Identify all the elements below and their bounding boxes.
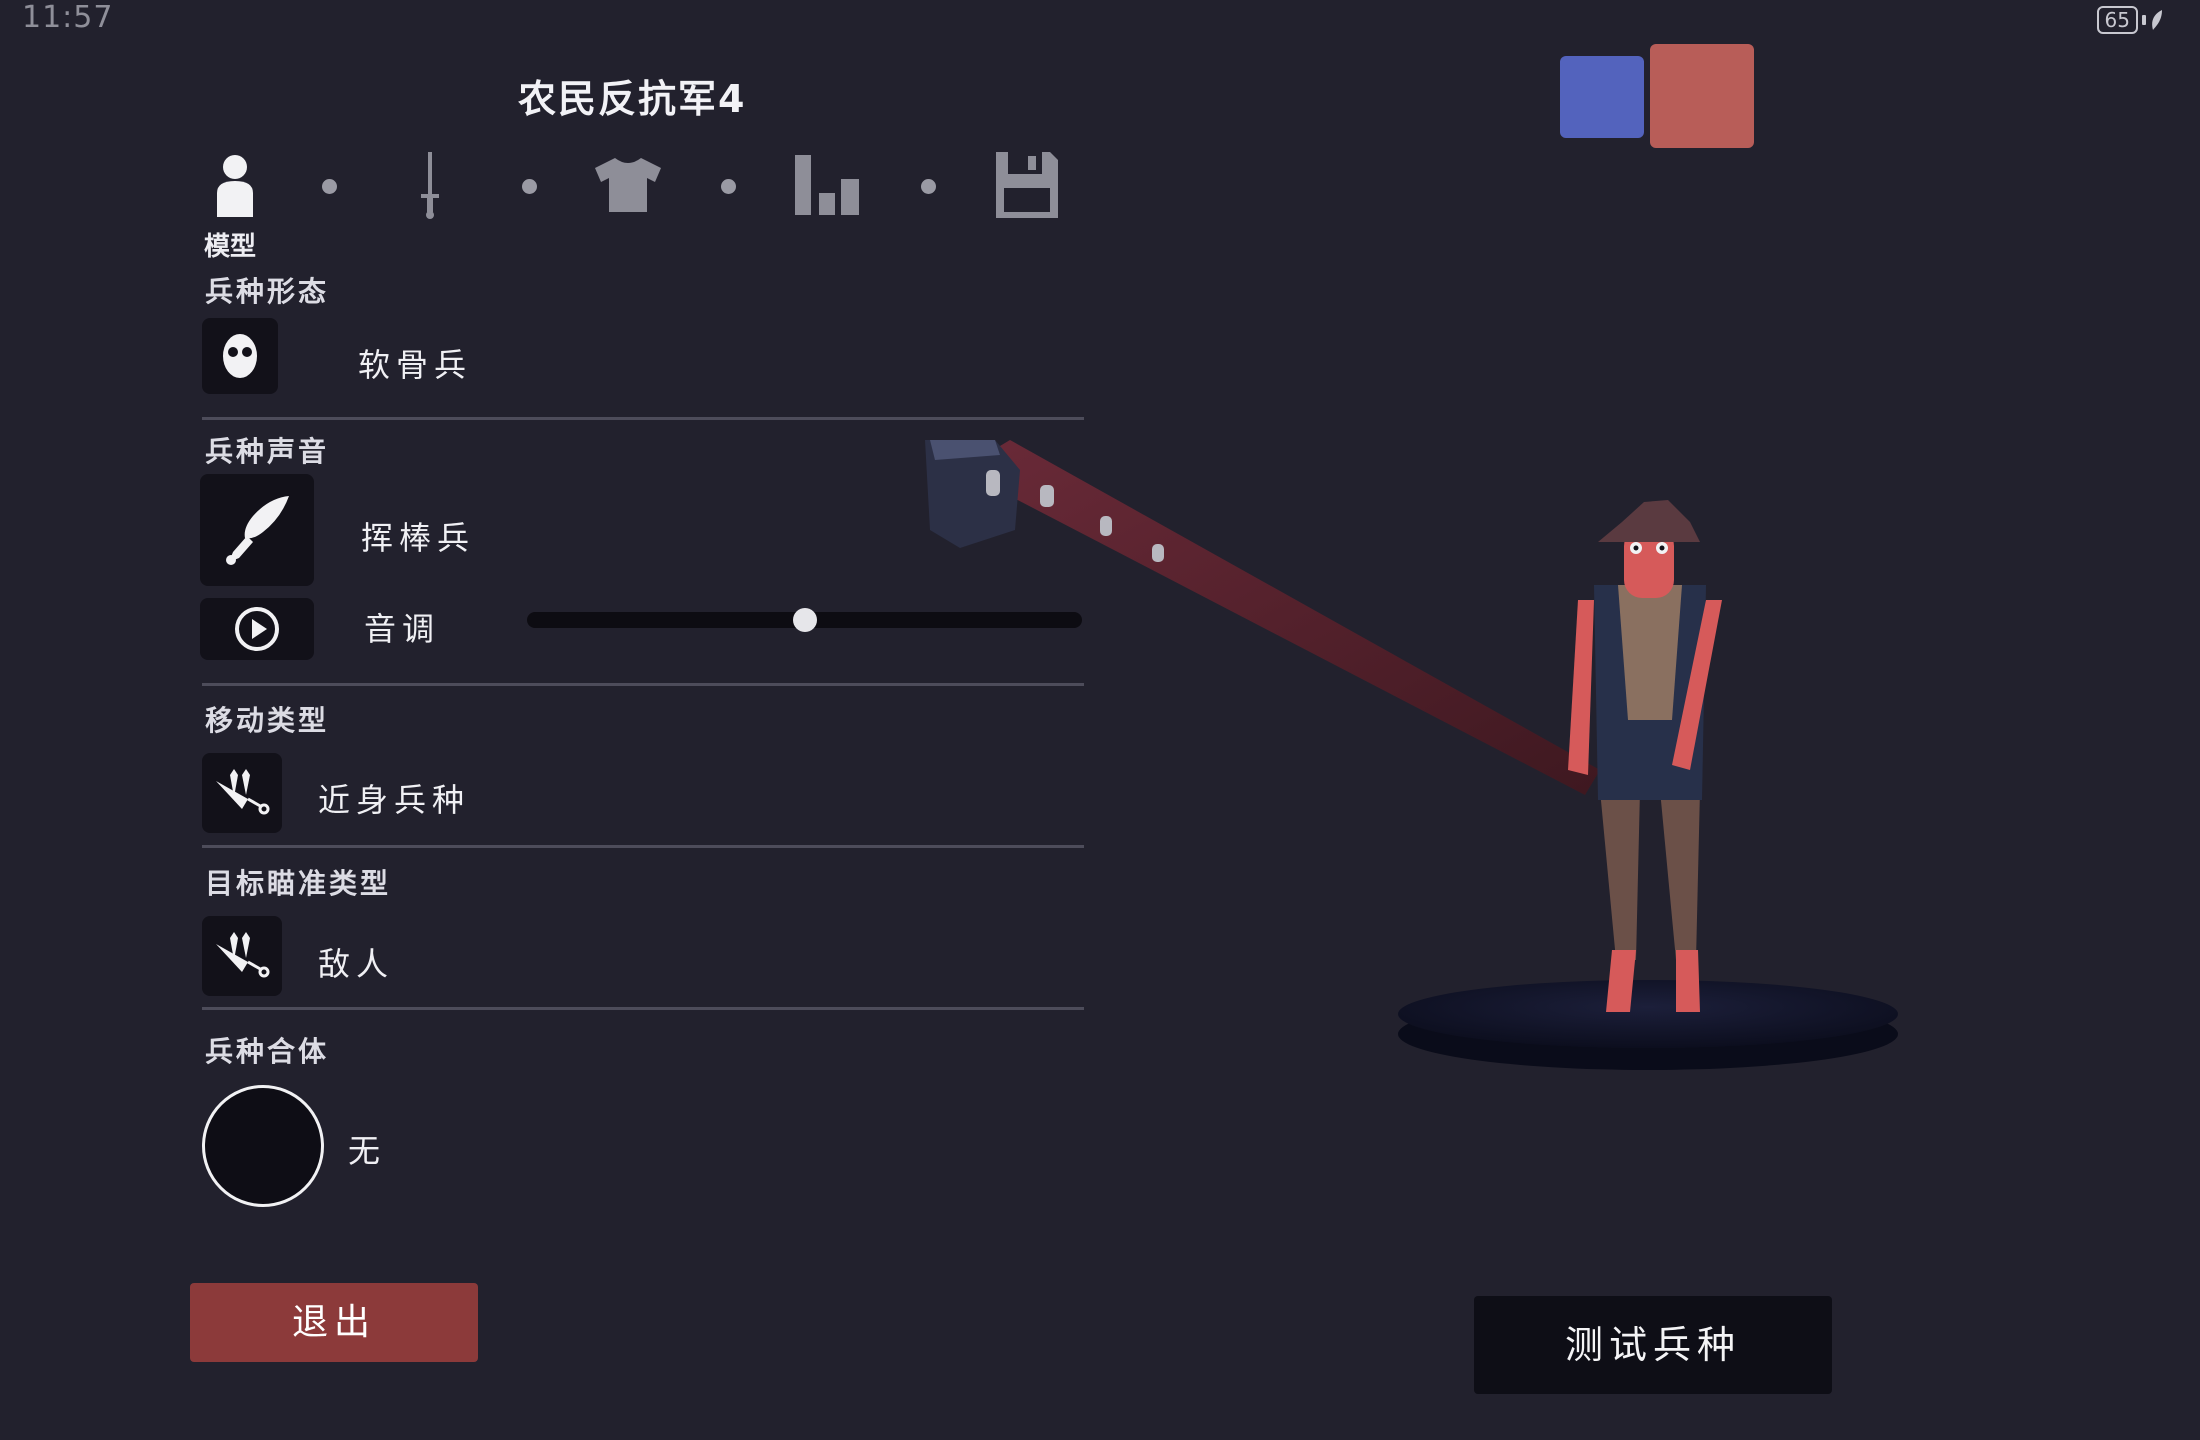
team-red-swatch[interactable] <box>1650 44 1754 148</box>
tab-separator-dot <box>322 179 337 194</box>
battery-indicator: 65 <box>2096 6 2164 34</box>
targeting-select-button[interactable] <box>202 916 282 996</box>
movement-value: 近身兵种 <box>318 781 471 819</box>
section-title-voice: 兵种声音 <box>205 435 330 468</box>
pedestal-top <box>1398 980 1898 1048</box>
tab-label-model: 模型 <box>204 232 257 262</box>
section-title-form: 兵种形态 <box>205 275 330 308</box>
battery-level: 65 <box>2096 6 2138 34</box>
battery-tip <box>2142 15 2146 25</box>
editor-tabs <box>200 145 1070 225</box>
exit-button[interactable]: 退出 <box>190 1283 478 1362</box>
section-title-combine: 兵种合体 <box>205 1035 330 1068</box>
person-icon <box>217 155 253 217</box>
tab-separator-dot <box>522 179 537 194</box>
play-icon <box>235 607 279 651</box>
pitch-label: 音调 <box>364 610 441 648</box>
bar-chart-icon <box>795 155 859 215</box>
peasant-character <box>1568 500 1722 1012</box>
face-icon <box>223 334 257 378</box>
movement-select-button[interactable] <box>202 753 282 833</box>
sword-icon <box>421 152 439 219</box>
voice-value: 挥棒兵 <box>361 519 476 557</box>
unit-name-title: 农民反抗军4 <box>518 77 747 121</box>
tab-model[interactable] <box>200 145 270 225</box>
status-time: 11:57 <box>22 0 114 35</box>
tab-weapons[interactable] <box>395 145 465 225</box>
form-select-button[interactable] <box>202 318 278 394</box>
team-blue-swatch[interactable] <box>1560 56 1644 138</box>
unit-preview[interactable] <box>900 420 1920 1080</box>
tab-stats[interactable] <box>793 145 863 225</box>
shirt-icon <box>595 158 661 212</box>
tab-separator-dot <box>921 179 936 194</box>
tab-save[interactable] <box>992 145 1062 225</box>
tab-separator-dot <box>721 179 736 194</box>
combine-value: 无 <box>348 1132 387 1170</box>
target-icon <box>216 932 270 978</box>
section-title-targeting: 目标瞄准类型 <box>205 867 392 900</box>
leaf-icon <box>2152 10 2162 30</box>
save-disk-icon <box>996 152 1058 218</box>
form-value: 软骨兵 <box>358 346 473 384</box>
play-sound-button[interactable] <box>200 598 314 660</box>
club-icon <box>226 496 289 565</box>
movement-icon <box>216 769 270 815</box>
targeting-value: 敌人 <box>318 945 395 983</box>
tab-clothing[interactable] <box>593 145 663 225</box>
club-weapon <box>925 440 1600 795</box>
section-title-movement: 移动类型 <box>205 704 330 737</box>
test-unit-button[interactable]: 测试兵种 <box>1474 1296 1832 1394</box>
combine-select-button[interactable] <box>202 1085 324 1207</box>
pitch-slider-thumb[interactable] <box>792 608 817 632</box>
voice-select-button[interactable] <box>200 474 314 586</box>
